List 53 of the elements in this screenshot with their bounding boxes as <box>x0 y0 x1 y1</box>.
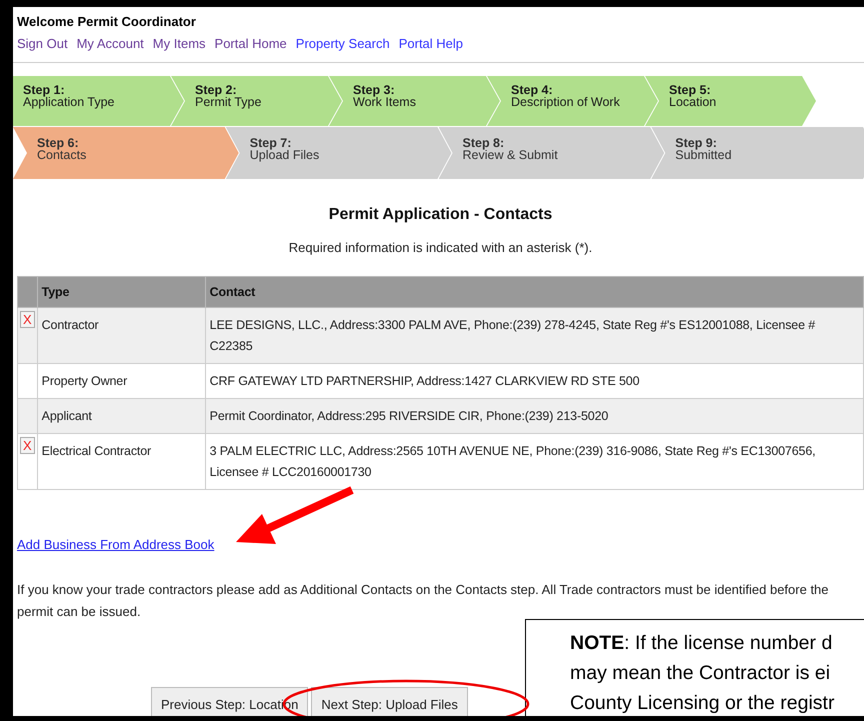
header-cell: Type <box>37 276 206 308</box>
step-label: Contacts <box>37 149 88 161</box>
table-cell: Contractor <box>37 308 206 364</box>
step-number: Step 4: <box>511 84 554 96</box>
step-number: Step 9: <box>675 137 718 149</box>
step-number: Step 1: <box>23 84 66 96</box>
step-tab[interactable]: Step 6: Contacts <box>13 127 239 179</box>
step-tab[interactable]: Step 3: Work Items <box>329 76 500 126</box>
step-label: Location <box>669 96 718 108</box>
step-tab[interactable]: Step 9: Submitted <box>651 127 864 179</box>
note-text: NOTE: If the license number d <box>570 631 834 656</box>
step-number: Step 8: <box>462 137 506 149</box>
info-text: If you know your trade contractors please add as Additional Contacts on the Contacts step. All Trade contractors must be identified before the permit can be issued. <box>17 581 830 621</box>
step-tab[interactable]: Step 4: Description of Work <box>487 76 658 126</box>
add-business-link[interactable]: Add Business From Address Book <box>17 537 214 552</box>
step-label: Submitted <box>675 149 733 161</box>
required-note: Required information is indicated with an asterisk (*). <box>288 240 594 255</box>
nav-link[interactable]: My Items <box>152 36 206 51</box>
nav-link[interactable]: Sign Out <box>17 36 68 51</box>
page-title: Permit Application - Contacts <box>328 206 554 224</box>
nav-link[interactable]: Portal Home <box>214 36 287 51</box>
step-number: Step 2: <box>195 84 238 96</box>
table-cell: LEE DESIGNS, LLC., Address:3300 PALM AVE, Phone:(239) 278-4245, State Reg #'s ES12001088, Licensee # C22385 <box>205 308 864 364</box>
step-label: Application Type <box>23 96 116 108</box>
table-cell: Applicant <box>37 398 206 434</box>
welcome-text: Welcome Permit Coordinator <box>17 13 197 29</box>
header-cell <box>18 276 38 308</box>
note-text: may mean the Contractor is ei <box>570 661 832 686</box>
header-cell: Contact <box>205 276 864 308</box>
step-tab[interactable]: Step 1: Application Type <box>13 76 184 126</box>
step-number: Step 7: <box>250 137 292 149</box>
step-label: Permit Type <box>195 96 262 108</box>
remove-button[interactable]: X <box>20 311 35 328</box>
step-label: Upload Files <box>250 149 320 161</box>
nav-link[interactable]: Portal Help <box>398 36 464 51</box>
step-label: Review & Submit <box>462 149 559 161</box>
step-button[interactable]: Next Step: Upload Files <box>311 687 468 716</box>
step-number: Step 3: <box>353 84 396 96</box>
table-cell: Permit Coordinator, Address:295 RIVERSIDE CIR, Phone:(239) 213-5020 <box>205 398 864 434</box>
step-label: Work Items <box>353 96 417 108</box>
step-tab[interactable]: Step 7: Upload Files <box>226 127 452 179</box>
table-cell: Electrical Contractor <box>37 434 206 490</box>
nav-link[interactable]: My Account <box>76 36 144 51</box>
step-tab[interactable]: Step 2: Permit Type <box>171 76 342 126</box>
step-tab[interactable]: Step 8: Review & Submit <box>438 127 664 179</box>
nav-link[interactable]: Property Search <box>296 36 390 51</box>
remove-button[interactable]: X <box>20 437 35 454</box>
step-tab[interactable]: Step 5: Location <box>645 76 816 126</box>
table-cell: 3 PALM ELECTRIC LLC, Address:2565 10TH AVENUE NE, Phone:(239) 316-9086, State Reg #'s EC13007656, Licensee # LCC20160001730 <box>205 434 864 490</box>
step-number: Step 6: <box>37 137 80 149</box>
step-number: Step 5: <box>669 84 712 96</box>
note-text: County Licensing or the registr <box>570 691 836 716</box>
step-label: Description of Work <box>511 96 621 108</box>
